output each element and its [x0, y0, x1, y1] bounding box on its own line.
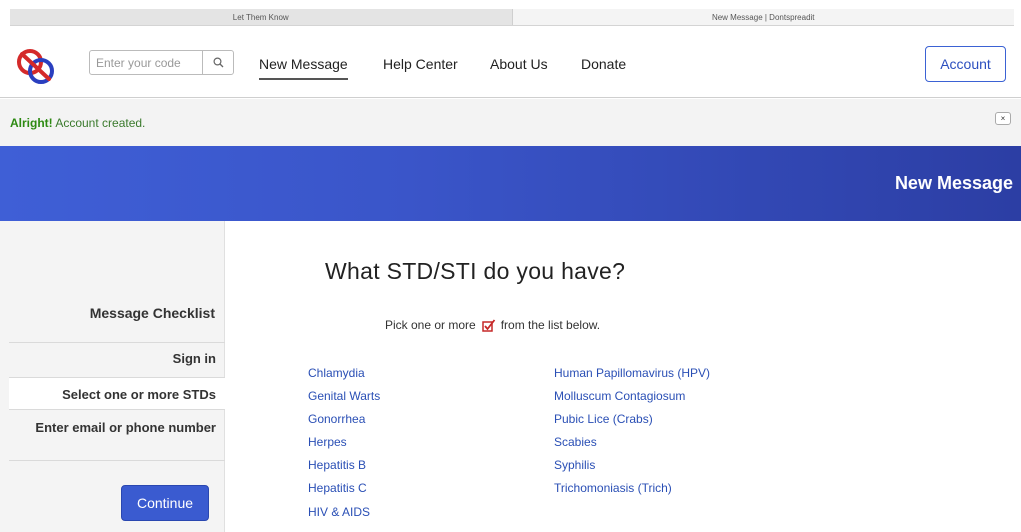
std-option-hpv[interactable]: Human Papillomavirus (HPV)	[554, 366, 710, 380]
page-title: New Message	[894, 173, 1013, 193]
std-option-molluscum[interactable]: Molluscum Contagiosum	[554, 389, 685, 403]
search-button[interactable]	[202, 51, 233, 74]
alert-body: Account created.	[52, 116, 146, 130]
code-search-input[interactable]	[90, 51, 202, 74]
question-heading: What STD/STI do you have?	[325, 258, 626, 284]
alert-close-button[interactable]: ×	[995, 112, 1011, 125]
std-option-hepatitis-b[interactable]: Hepatitis B	[308, 458, 366, 472]
checkbox-checked-icon	[481, 318, 495, 332]
browser-tab-2[interactable]: New Message | Dontspreadit	[512, 9, 1014, 25]
std-option-syphilis[interactable]: Syphilis	[554, 458, 595, 472]
account-button[interactable]: Account	[925, 46, 1006, 82]
std-option-trichomoniasis[interactable]: Trichomoniasis (Trich)	[554, 481, 672, 495]
nav-new-message[interactable]: New Message	[259, 56, 348, 80]
search-icon	[212, 57, 223, 68]
std-option-hiv-aids[interactable]: HIV & AIDS	[308, 505, 370, 519]
std-option-genital-warts[interactable]: Genital Warts	[308, 389, 380, 403]
page-banner: New Message	[0, 146, 1021, 221]
message-checklist-sidebar: Message Checklist Sign in Select one or …	[0, 221, 225, 532]
instruction-after: from the list below.	[500, 318, 601, 332]
instruction-before: Pick one or more	[385, 318, 476, 332]
std-option-gonorrhea[interactable]: Gonorrhea	[308, 412, 365, 426]
alert-strong: Alright!	[10, 116, 53, 130]
checklist-item-enter-contact[interactable]: Enter email or phone number	[9, 409, 225, 461]
browser-tab-strip: Let Them Know New Message | Dontspreadit	[10, 9, 1014, 26]
std-option-herpes[interactable]: Herpes	[308, 435, 347, 449]
checklist-item-sign-in[interactable]: Sign in	[9, 342, 225, 377]
continue-button[interactable]: Continue	[121, 485, 209, 521]
browser-tab-1[interactable]: Let Them Know	[10, 9, 513, 25]
std-option-hepatitis-c[interactable]: Hepatitis C	[308, 481, 367, 495]
alert-message: Alright! Account created.	[10, 116, 145, 130]
site-header: New Message Help Center About Us Donate …	[0, 27, 1021, 98]
nav-help-center[interactable]: Help Center	[383, 56, 458, 72]
success-alert: Alright! Account created. ×	[0, 99, 1021, 146]
logo-icon[interactable]	[16, 47, 56, 87]
std-option-scabies[interactable]: Scabies	[554, 435, 597, 449]
code-search	[89, 50, 234, 75]
nav-about-us[interactable]: About Us	[490, 56, 548, 72]
std-option-chlamydia[interactable]: Chlamydia	[308, 366, 365, 380]
checklist-title: Message Checklist	[89, 305, 215, 321]
nav-donate[interactable]: Donate	[581, 56, 626, 72]
std-option-pubic-lice[interactable]: Pubic Lice (Crabs)	[554, 412, 653, 426]
checklist-item-select-stds[interactable]: Select one or more STDs	[9, 377, 225, 409]
instruction-text: Pick one or more from the list below.	[385, 318, 600, 332]
